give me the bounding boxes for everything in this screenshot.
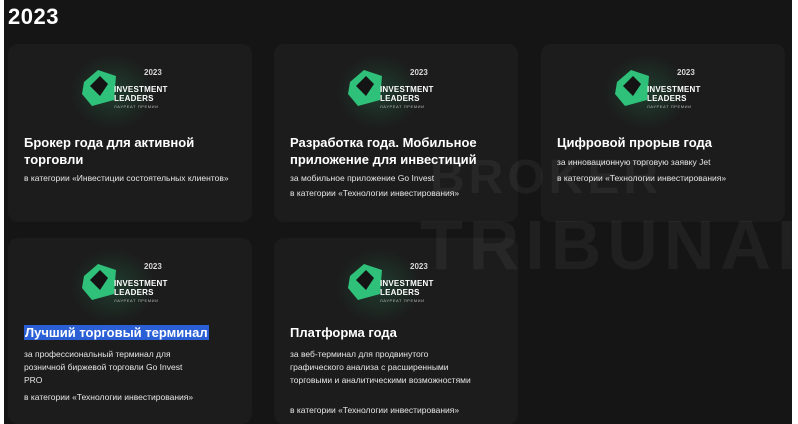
award-card: 2023 INVESTMENT LEADERS ЛАУРЕАТ ПРЕМИИ Л… (8, 238, 252, 424)
window-edge-left (0, 0, 4, 424)
award-title: Платформа года (290, 325, 397, 340)
window-edge-right (792, 0, 798, 424)
badge-line-2: LEADERS (114, 94, 154, 103)
badge-subtitle: ЛАУРЕАТ ПРЕМИИ (380, 104, 425, 109)
award-category: в категории «Технологии инвестирования» (24, 392, 194, 402)
award-title: Цифровой прорыв года (557, 135, 712, 150)
badge-line-1: INVESTMENT (114, 85, 168, 94)
award-card: 2023 INVESTMENT LEADERS ЛАУРЕАТ ПРЕМИИ Ц… (541, 44, 785, 222)
award-category: в категории «Технологии инвестирования» (290, 405, 460, 415)
badge-subtitle: ЛАУРЕАТ ПРЕМИИ (380, 298, 425, 303)
award-category: в категории «Технологии инвестирования» (290, 188, 460, 198)
badge-year: 2023 (144, 262, 162, 271)
badge-line-2: LEADERS (114, 288, 154, 297)
investment-leaders-badge: 2023 INVESTMENT LEADERS ЛАУРЕАТ ПРЕМИИ (336, 54, 456, 130)
award-card: 2023 INVESTMENT LEADERS ЛАУРЕАТ ПРЕМИИ П… (274, 238, 518, 424)
award-description: за инновационную торговую заявку Jet (557, 157, 711, 167)
investment-leaders-badge: 2023 INVESTMENT LEADERS ЛАУРЕАТ ПРЕМИИ (70, 248, 190, 324)
award-description: за мобильное приложение Go Invest (290, 173, 435, 183)
year-heading: 2023 (8, 4, 59, 29)
award-card: 2023 INVESTMENT LEADERS ЛАУРЕАТ ПРЕМИИ Р… (274, 44, 518, 222)
badge-subtitle: ЛАУРЕАТ ПРЕМИИ (114, 298, 159, 303)
badge-year: 2023 (410, 68, 428, 77)
investment-leaders-badge: 2023 INVESTMENT LEADERS ЛАУРЕАТ ПРЕМИИ (70, 54, 190, 130)
badge-year: 2023 (144, 68, 162, 77)
investment-leaders-badge: 2023 INVESTMENT LEADERS ЛАУРЕАТ ПРЕМИИ (336, 248, 456, 324)
award-category: в категории «Инвестиции состоятельных кл… (24, 173, 229, 183)
badge-line-2: LEADERS (647, 94, 687, 103)
badge-line-1: INVESTMENT (380, 279, 434, 288)
award-title: Разработка года. Мобильное приложение дл… (290, 135, 477, 167)
investment-leaders-badge: 2023 INVESTMENT LEADERS ЛАУРЕАТ ПРЕМИИ (603, 54, 723, 130)
award-description: за веб-терминал для продвинутого графиче… (290, 349, 471, 385)
badge-line-2: LEADERS (380, 288, 420, 297)
badge-line-1: INVESTMENT (114, 279, 168, 288)
award-description: за профессиональный терминал для розничн… (24, 349, 183, 385)
award-category: в категории «Технологии инвестирования» (557, 173, 727, 183)
badge-year: 2023 (410, 262, 428, 271)
award-title: Брокер года для активной торговли (24, 135, 195, 167)
badge-line-1: INVESTMENT (647, 85, 701, 94)
badge-subtitle: ЛАУРЕАТ ПРЕМИИ (114, 104, 159, 109)
badge-subtitle: ЛАУРЕАТ ПРЕМИИ (647, 104, 692, 109)
badge-year: 2023 (677, 68, 695, 77)
badge-line-1: INVESTMENT (380, 85, 434, 94)
selected-text[interactable]: Лучший торговый терминал (24, 325, 209, 340)
award-card: 2023 INVESTMENT LEADERS ЛАУРЕАТ ПРЕМИИ Б… (8, 44, 252, 222)
badge-line-2: LEADERS (380, 94, 420, 103)
award-title-selected[interactable]: Лучший торговый терминал (24, 324, 244, 341)
